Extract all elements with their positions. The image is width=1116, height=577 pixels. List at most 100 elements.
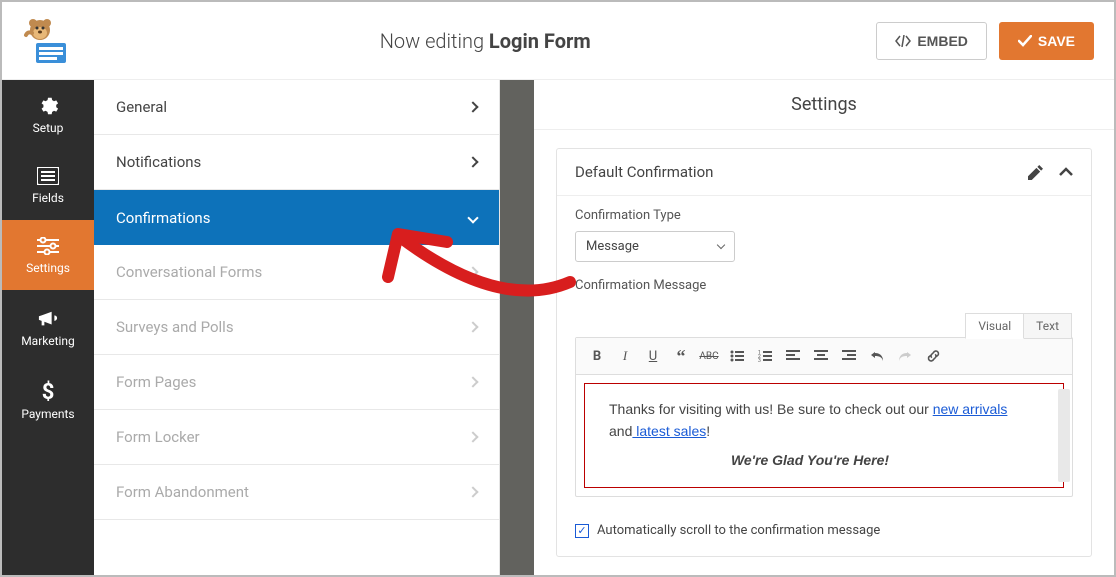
- type-label: Confirmation Type: [575, 208, 1073, 223]
- redo-button[interactable]: [892, 344, 918, 368]
- submenu-item-surveys[interactable]: Surveys and Polls: [94, 300, 499, 355]
- align-left-button[interactable]: [780, 344, 806, 368]
- dollar-icon: $: [37, 381, 59, 403]
- sidebar-label: Fields: [32, 191, 64, 205]
- tab-text[interactable]: Text: [1024, 313, 1072, 339]
- save-button[interactable]: SAVE: [999, 22, 1094, 60]
- align-right-button[interactable]: [836, 344, 862, 368]
- sidebar: Setup Fields Settings Marketing $ Paymen…: [2, 80, 94, 575]
- submenu-item-notifications[interactable]: Notifications: [94, 135, 499, 190]
- submenu-item-abandonment[interactable]: Form Abandonment: [94, 465, 499, 520]
- sidebar-item-payments[interactable]: $ Payments: [2, 366, 94, 436]
- form-name: Login Form: [489, 29, 591, 53]
- submenu-label: General: [116, 98, 167, 116]
- confirmation-type-group: Confirmation Type Message: [557, 196, 1091, 262]
- editor-area[interactable]: Thanks for visiting with us! Be sure to …: [576, 383, 1072, 488]
- link-latest-sales[interactable]: latest sales: [632, 423, 706, 439]
- italic-button[interactable]: I: [612, 344, 638, 368]
- main-panel: Settings Default Confirmation Confirmati…: [534, 80, 1114, 575]
- sidebar-item-marketing[interactable]: Marketing: [2, 290, 94, 366]
- save-label: SAVE: [1038, 33, 1075, 49]
- editor-content[interactable]: Thanks for visiting with us! Be sure to …: [584, 383, 1064, 488]
- body-row: Setup Fields Settings Marketing $ Paymen…: [2, 80, 1114, 575]
- embed-label: EMBED: [917, 33, 968, 49]
- msg-tagline: We're Glad You're Here!: [731, 452, 889, 468]
- pencil-icon[interactable]: [1028, 165, 1043, 180]
- sidebar-item-fields[interactable]: Fields: [2, 150, 94, 220]
- submenu-item-confirmations[interactable]: Confirmations: [94, 190, 499, 245]
- code-icon: [895, 35, 911, 47]
- main-body: Default Confirmation Confirmation Type M…: [534, 130, 1114, 575]
- submenu-label: Form Locker: [116, 428, 200, 446]
- bold-button[interactable]: B: [584, 344, 610, 368]
- gutter: [500, 80, 534, 575]
- editing-prefix: Now editing: [380, 29, 489, 53]
- chevron-right-icon: [467, 376, 478, 387]
- link-button[interactable]: [920, 344, 946, 368]
- sidebar-label: Payments: [21, 407, 74, 421]
- link-new-arrivals[interactable]: new arrivals: [933, 401, 1008, 417]
- chevron-up-icon[interactable]: [1059, 167, 1073, 177]
- strikethrough-button[interactable]: ABC: [696, 344, 722, 368]
- panel-title: Default Confirmation: [575, 163, 1028, 181]
- sidebar-label: Marketing: [21, 334, 75, 348]
- chevron-right-icon: [467, 266, 478, 277]
- submenu-label: Conversational Forms: [116, 263, 262, 281]
- confirmation-panel: Default Confirmation Confirmation Type M…: [556, 148, 1092, 557]
- submenu-item-general[interactable]: General: [94, 80, 499, 135]
- message-editor: Visual Text B I U “ ABC 123: [575, 337, 1073, 497]
- svg-text:3: 3: [758, 358, 761, 362]
- submenu-item-formlocker[interactable]: Form Locker: [94, 410, 499, 465]
- message-label: Confirmation Message: [575, 278, 1073, 293]
- undo-button[interactable]: [864, 344, 890, 368]
- autoscroll-label: Automatically scroll to the confirmation…: [597, 523, 880, 538]
- app-window: Now editing Login Form EMBED SAVE Setup …: [0, 0, 1116, 577]
- editor-tabs: Visual Text: [965, 313, 1072, 339]
- msg-text: !: [706, 423, 710, 439]
- submenu-label: Form Pages: [116, 373, 196, 391]
- panel-actions: [1028, 165, 1073, 180]
- page-title: Now editing Login Form: [94, 29, 876, 53]
- autoscroll-checkbox[interactable]: ✓: [575, 524, 589, 538]
- embed-button[interactable]: EMBED: [876, 22, 987, 60]
- editor-toolbar: B I U “ ABC 123: [576, 338, 1072, 375]
- submenu-item-conversational[interactable]: Conversational Forms: [94, 245, 499, 300]
- chevron-right-icon: [467, 321, 478, 332]
- select-value: Message: [586, 239, 639, 254]
- sidebar-label: Setup: [33, 121, 64, 135]
- numbered-list-button[interactable]: 123: [752, 344, 778, 368]
- header-bar: Now editing Login Form EMBED SAVE: [2, 2, 1114, 80]
- scrollbar[interactable]: [1058, 389, 1070, 482]
- chevron-down-icon: [717, 241, 725, 249]
- sliders-icon: [37, 235, 59, 257]
- chevron-right-icon: [467, 486, 478, 497]
- sidebar-label: Settings: [26, 261, 70, 275]
- sidebar-item-settings[interactable]: Settings: [2, 220, 94, 290]
- msg-text: Thanks for visiting with us! Be sure to …: [609, 401, 933, 417]
- chevron-down-icon: [467, 212, 478, 223]
- bullhorn-icon: [37, 308, 59, 330]
- gear-icon: [37, 95, 59, 117]
- check-icon: [1018, 35, 1032, 47]
- main-title: Settings: [534, 80, 1114, 130]
- tab-visual[interactable]: Visual: [965, 313, 1024, 339]
- underline-button[interactable]: U: [640, 344, 666, 368]
- bullet-list-button[interactable]: [724, 344, 750, 368]
- app-logo: [22, 15, 74, 67]
- submenu-label: Surveys and Polls: [116, 318, 234, 336]
- header-actions: EMBED SAVE: [876, 22, 1094, 60]
- sidebar-item-setup[interactable]: Setup: [2, 80, 94, 150]
- submenu-label: Confirmations: [116, 209, 210, 227]
- settings-submenu: General Notifications Confirmations Conv…: [94, 80, 500, 575]
- chevron-right-icon: [467, 156, 478, 167]
- chevron-right-icon: [467, 101, 478, 112]
- confirmation-type-select[interactable]: Message: [575, 231, 735, 262]
- align-center-button[interactable]: [808, 344, 834, 368]
- list-icon: [37, 165, 59, 187]
- submenu-label: Notifications: [116, 153, 201, 171]
- blockquote-button[interactable]: “: [668, 344, 694, 368]
- submenu-item-formpages[interactable]: Form Pages: [94, 355, 499, 410]
- autoscroll-row: ✓ Automatically scroll to the confirmati…: [557, 511, 1091, 556]
- panel-header: Default Confirmation: [557, 149, 1091, 196]
- msg-text: and: [609, 423, 632, 439]
